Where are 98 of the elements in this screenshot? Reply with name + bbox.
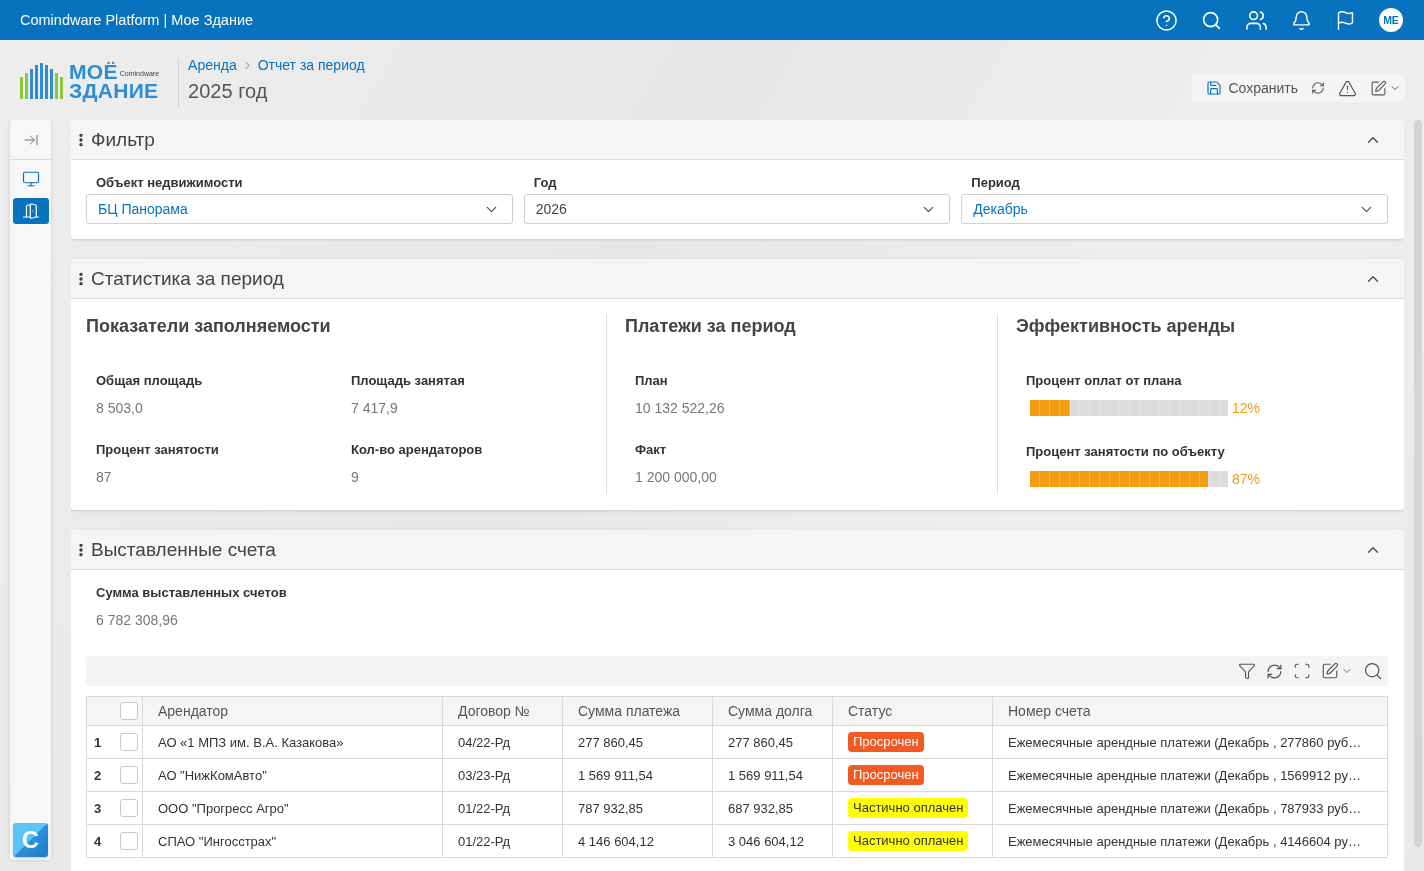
table-cell: ООО "Прогресс Агро" (142, 791, 443, 825)
monitor-icon (21, 170, 40, 188)
refresh-icon[interactable] (1311, 81, 1325, 95)
refresh-icon[interactable] (1266, 662, 1283, 680)
column-header[interactable]: Договор № (442, 696, 563, 726)
table-cell: АО «1 МПЗ им. В.А. Казакова» (142, 725, 443, 759)
filter-icon[interactable] (1238, 662, 1256, 680)
dropdown-field[interactable]: БЦ Панорама (86, 194, 513, 224)
breadcrumb-link[interactable]: Аренда (188, 56, 237, 74)
field-label: Период (970, 175, 1021, 191)
meter-label: Процент занятости по объекту (1026, 444, 1226, 460)
table-cell: 03/23-Рд (442, 758, 563, 792)
table-cell: Ежемесячные арендные платежи (Декабрь , 277860 руб… (992, 725, 1388, 759)
page-title: 2025 год (188, 79, 269, 103)
meter-reading: 12% (1232, 400, 1261, 416)
column-header[interactable]: Сумма долга (712, 696, 833, 726)
table-cell: Ежемесячные арендные платежи (Декабрь , 1569912 ру… (992, 758, 1388, 792)
row-checkbox[interactable] (119, 766, 138, 784)
section-heading: Платежи за период (625, 315, 797, 337)
table-cell: 787 932,85 (562, 791, 713, 825)
column-header[interactable]: Номер счета (992, 696, 1388, 726)
breadcrumb-link[interactable]: Отчет за период (257, 56, 365, 74)
pencil-icon (1370, 79, 1387, 97)
table-cell: 01/22-Рд (442, 791, 563, 825)
row-number: 3 (86, 791, 110, 825)
status-badge: Просрочен (848, 732, 924, 752)
section-heading: Показатели заполняемости (86, 315, 332, 337)
status-badge: Частично оплачен (848, 831, 969, 851)
table-cell: АО "НижКомАвто" (142, 758, 443, 792)
table-cell: Ежемесячные арендные платежи (Декабрь , 4146604 ру… (992, 824, 1388, 858)
summary-value: 6 782 308,96 (95, 612, 179, 628)
logo-text: МОЁ (69, 62, 118, 81)
stat-value: 9 (351, 469, 360, 485)
row-checkbox[interactable] (119, 832, 138, 850)
column-header[interactable]: Статус (832, 696, 993, 726)
edit-menu-button[interactable] (1321, 662, 1353, 680)
stat-label: Кол-во арендаторов (351, 442, 484, 458)
select-all-checkbox[interactable] (119, 702, 138, 720)
scrollbar-thumb[interactable] (1414, 120, 1422, 847)
logo-text: ЗДАНИЕ (69, 81, 159, 100)
row-checkbox[interactable] (119, 799, 138, 817)
search-icon[interactable] (1363, 661, 1383, 681)
column-header[interactable]: Сумма платежа (562, 696, 713, 726)
table-cell: СПАО "Ингосстрах" (142, 824, 443, 858)
meter-reading: 87% (1232, 471, 1261, 487)
row-checkbox[interactable] (119, 733, 138, 751)
table-cell: 1 569 911,54 (712, 758, 833, 792)
search-icon[interactable] (1201, 9, 1222, 31)
meter-label: Процент оплат от плана (1026, 373, 1183, 389)
row-number: 2 (86, 758, 110, 792)
table-cell: 1 569 911,54 (562, 758, 713, 792)
save-icon (1206, 80, 1223, 96)
door-icon (21, 202, 40, 220)
edit-menu-button[interactable] (1370, 79, 1401, 97)
section-heading: Эффективность аренды (1016, 315, 1237, 337)
status-badge: Частично оплачен (848, 798, 969, 818)
table-cell: 3 046 604,12 (712, 824, 833, 858)
row-number: 1 (86, 725, 110, 759)
column-header[interactable]: Арендатор (142, 696, 443, 726)
save-button[interactable]: Сохранить (1206, 80, 1298, 96)
pencil-icon (1321, 662, 1339, 680)
striped-building-icon (20, 63, 63, 99)
stat-label: Общая площадь (96, 373, 204, 389)
field-label: Объект недвижимости (95, 175, 244, 191)
dropdown-field[interactable]: Декабрь (961, 194, 1388, 224)
stat-label: Факт (635, 442, 668, 458)
nav-item[interactable] (12, 198, 49, 224)
app-title: Comindware Platform | Мое Здание (20, 12, 254, 28)
table-cell: 277 860,45 (712, 725, 833, 759)
stat-value: 10 132 522,26 (635, 400, 726, 416)
help-icon[interactable] (1155, 8, 1178, 32)
panel-title: Фильтр (91, 128, 155, 151)
table-cell: 277 860,45 (562, 725, 713, 759)
stat-label: Площадь занятая (351, 373, 466, 389)
table-cell: 01/22-Рд (442, 824, 563, 858)
fullscreen-icon[interactable] (1293, 662, 1311, 680)
status-badge: Просрочен (848, 765, 924, 785)
field-label: Год (532, 175, 558, 191)
user-avatar[interactable]: ME (1379, 8, 1403, 32)
dropdown-field[interactable]: 2026 (523, 194, 951, 224)
users-icon[interactable] (1245, 8, 1268, 32)
stat-value: 7 417,9 (351, 400, 399, 416)
table-cell: 04/22-Рд (442, 725, 563, 759)
stat-label: План (635, 373, 669, 389)
table-cell: Ежемесячные арендные платежи (Декабрь , 787933 руб… (992, 791, 1388, 825)
panel-title: Статистика за период (91, 267, 284, 290)
row-number: 4 (86, 824, 110, 858)
flag-icon[interactable] (1335, 9, 1356, 31)
bell-icon[interactable] (1291, 9, 1312, 31)
stat-value: 1 200 000,00 (635, 469, 718, 485)
panel-title: Выставленные счета (91, 538, 276, 561)
warning-icon[interactable] (1338, 78, 1357, 98)
table-cell: 4 146 604,12 (562, 824, 713, 858)
table-cell: 687 932,85 (712, 791, 833, 825)
stat-value: 87 (96, 469, 113, 485)
stat-value: 8 503,0 (96, 400, 144, 416)
stat-label: Процент занятости (96, 442, 220, 458)
summary-label: Сумма выставленных счетов (95, 585, 288, 601)
